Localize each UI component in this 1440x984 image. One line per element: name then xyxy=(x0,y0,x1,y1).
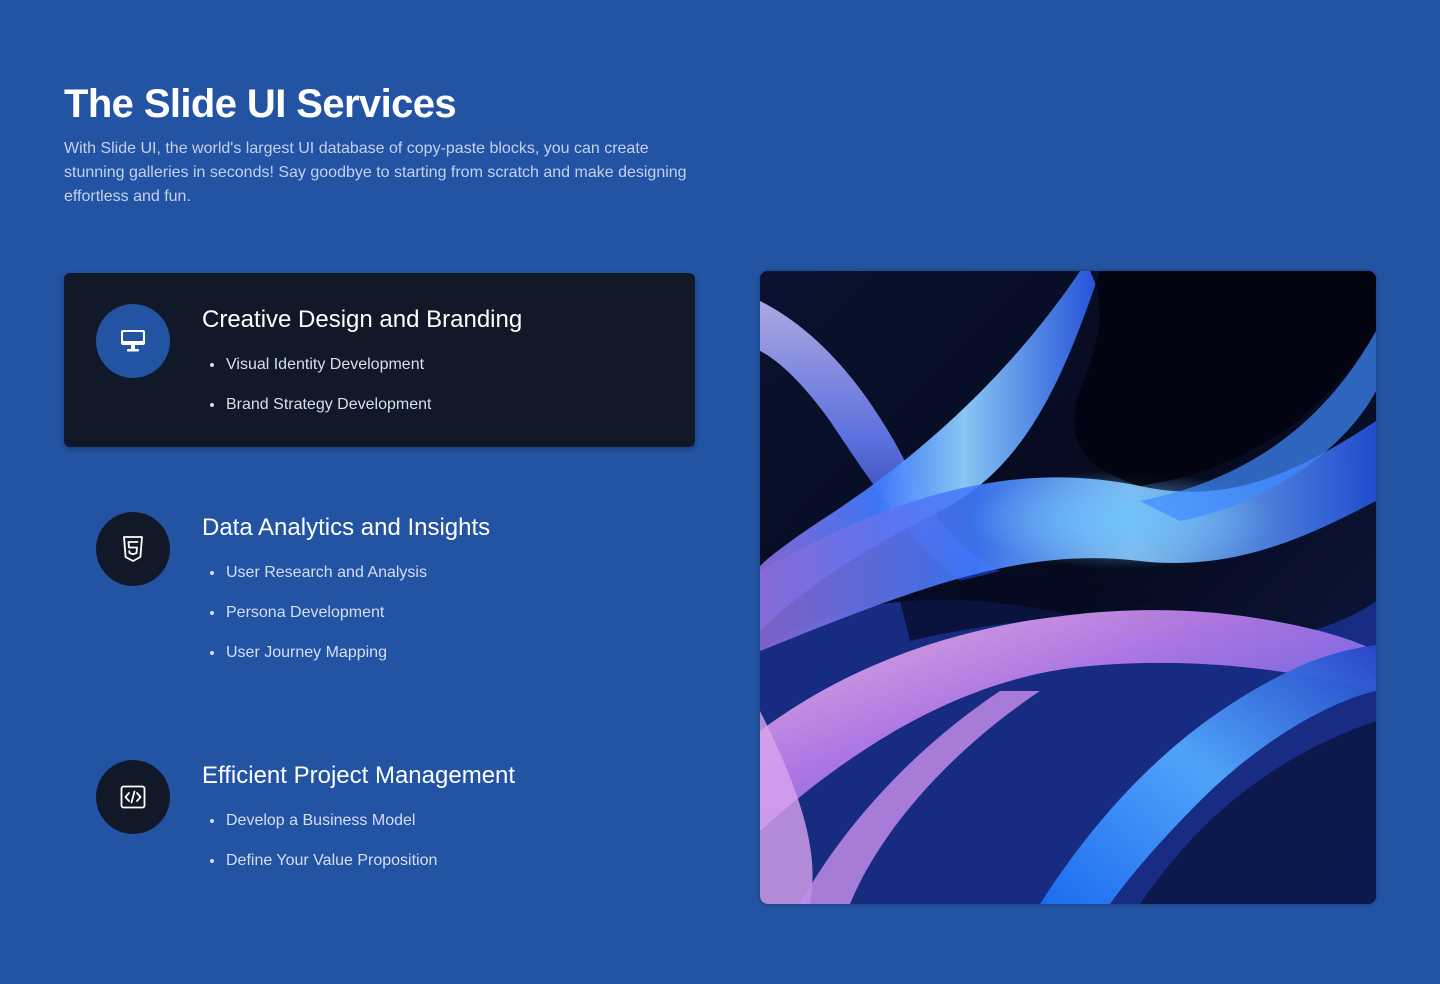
abstract-wave-image xyxy=(760,271,1376,904)
list-item: Develop a Business Model xyxy=(210,810,437,850)
service-title: Data Analytics and Insights xyxy=(202,514,491,541)
list-item: User Research and Analysis xyxy=(210,562,427,602)
service-title: Efficient Project Management xyxy=(202,762,516,789)
page-title: The Slide UI Services xyxy=(64,82,457,126)
service-title: Creative Design and Branding xyxy=(202,306,523,333)
page-description: With Slide UI, the world's largest UI da… xyxy=(64,140,687,205)
list-item: Brand Strategy Development xyxy=(210,394,431,434)
html5-icon xyxy=(96,512,170,586)
service-item-list: Visual Identity Development Brand Strate… xyxy=(210,354,431,434)
service-card-data-analytics[interactable]: Data Analytics and Insights User Researc… xyxy=(64,480,695,700)
service-card-creative-design[interactable]: Creative Design and Branding Visual Iden… xyxy=(64,273,695,447)
monitor-icon xyxy=(96,304,170,378)
list-item: User Journey Mapping xyxy=(210,642,427,682)
code-icon xyxy=(96,760,170,834)
list-item: Define Your Value Proposition xyxy=(210,850,437,890)
service-item-list: User Research and Analysis Persona Devel… xyxy=(210,562,427,682)
service-card-project-management[interactable]: Efficient Project Management Develop a B… xyxy=(64,728,695,908)
list-item: Persona Development xyxy=(210,602,427,642)
list-item: Visual Identity Development xyxy=(210,354,431,394)
services-page: The Slide UI Services With Slide UI, the… xyxy=(0,0,1440,984)
service-item-list: Develop a Business Model Define Your Val… xyxy=(210,810,437,890)
